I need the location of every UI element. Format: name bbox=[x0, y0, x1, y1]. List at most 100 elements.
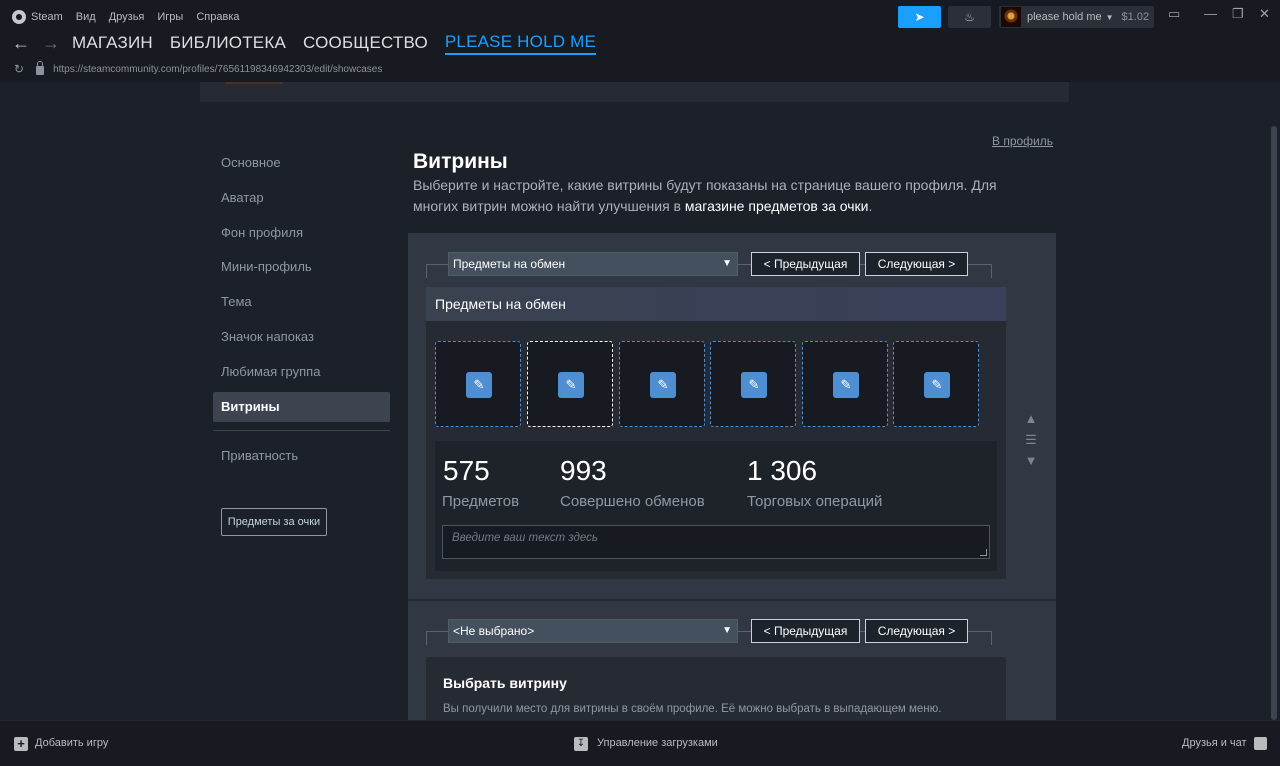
empty-showcase-desc: Вы получили место для витрины в своём пр… bbox=[443, 703, 942, 715]
page-description: Выберите и настройте, какие витрины буду… bbox=[413, 175, 1043, 217]
showcase-text-input[interactable]: Введите ваш текст здесь bbox=[442, 525, 990, 559]
pencil-icon[interactable]: ✎ bbox=[558, 372, 584, 398]
account-menu[interactable]: please hold me ▼ $1.02 bbox=[999, 6, 1154, 28]
steam-logo-icon bbox=[12, 10, 26, 24]
account-name: please hold me bbox=[1027, 11, 1102, 23]
pencil-icon[interactable]: ✎ bbox=[833, 372, 859, 398]
chevron-down-icon: ▼ bbox=[1105, 12, 1114, 22]
sidebar-item-background[interactable]: Фон профиля bbox=[213, 218, 390, 248]
empty-showcase-title: Выбрать витрину bbox=[443, 675, 567, 691]
sidebar-item-avatar[interactable]: Аватар bbox=[213, 183, 390, 213]
item-slot[interactable]: ✎ bbox=[527, 341, 613, 427]
showcase-header: Предметы на обмен bbox=[426, 287, 1006, 321]
item-slot[interactable]: ✎ bbox=[710, 341, 796, 427]
megaphone-icon: ➤ bbox=[914, 10, 925, 24]
arrow-left-icon[interactable]: ← bbox=[12, 34, 30, 52]
points-shop-link[interactable]: магазине предметов за очки bbox=[685, 198, 869, 214]
desc-text-2: . bbox=[868, 198, 873, 214]
url-text[interactable]: https://steamcommunity.com/profiles/7656… bbox=[53, 64, 382, 75]
item-slot[interactable]: ✎ bbox=[435, 341, 521, 427]
friends-chat-button[interactable]: Друзья и чат bbox=[1182, 737, 1247, 749]
nav-row: ← → МАГАЗИН БИБЛИОТЕКА СООБЩЕСТВО PLEASE… bbox=[12, 32, 613, 55]
downloads-button[interactable]: Управление загрузками bbox=[597, 737, 718, 749]
showcase-panel-1: Предметы на обмен ▼ < Предыдущая Следующ… bbox=[408, 233, 1056, 599]
sidebar-item-privacy[interactable]: Приватность bbox=[213, 441, 390, 471]
showcase-select-1[interactable]: Предметы на обмен ▼ bbox=[448, 252, 738, 276]
move-down-icon[interactable]: ▼ bbox=[1022, 450, 1040, 471]
pencil-icon[interactable]: ✎ bbox=[741, 372, 767, 398]
back-to-profile-link[interactable]: В профиль bbox=[992, 134, 1053, 148]
stat-items-label: Предметов bbox=[442, 493, 520, 510]
tab-library[interactable]: БИБЛИОТЕКА bbox=[170, 33, 286, 53]
tab-profile[interactable]: PLEASE HOLD ME bbox=[444, 32, 597, 55]
chevron-down-icon: ▼ bbox=[722, 258, 732, 269]
item-slot[interactable]: ✎ bbox=[802, 341, 888, 427]
sidebar-item-general[interactable]: Основное bbox=[213, 148, 390, 178]
menu-games[interactable]: Игры bbox=[157, 11, 183, 23]
reload-icon[interactable]: ↻ bbox=[14, 62, 24, 76]
showcase-select-value: Предметы на обмен bbox=[453, 257, 566, 271]
edit-sidebar: Основное Аватар Фон профиля Мини-профиль… bbox=[213, 148, 390, 475]
announcements-button[interactable]: ➤ bbox=[898, 6, 941, 28]
move-up-icon[interactable]: ▲ bbox=[1022, 408, 1040, 429]
trade-showcase: Предметы на обмен ✎ ✎ ✎ ✎ ✎ ✎ 575 Предме… bbox=[426, 287, 1006, 579]
menu-view[interactable]: Вид bbox=[76, 11, 96, 23]
page-content: В профиль Основное Аватар Фон профиля Ми… bbox=[0, 82, 1280, 720]
download-icon[interactable]: ↧ bbox=[574, 737, 588, 751]
add-game-button[interactable]: Добавить игру bbox=[35, 737, 108, 749]
empty-showcase: Выбрать витрину Вы получили место для ви… bbox=[426, 657, 1006, 720]
sidebar-item-mini-profile[interactable]: Мини-профиль bbox=[213, 252, 390, 282]
friends-icon[interactable] bbox=[1254, 737, 1267, 750]
sidebar-item-showcases[interactable]: Витрины bbox=[213, 391, 390, 422]
sidebar-item-theme[interactable]: Тема bbox=[213, 287, 390, 317]
item-slot[interactable]: ✎ bbox=[619, 341, 705, 427]
avatar bbox=[1001, 7, 1021, 27]
next-button[interactable]: Следующая > bbox=[865, 619, 968, 643]
profile-header-strip bbox=[200, 82, 1069, 102]
url-row: ↻ https://steamcommunity.com/profiles/76… bbox=[14, 60, 382, 76]
trade-stats: 575 Предметов 993 Совершено обменов 1 30… bbox=[435, 441, 997, 571]
showcase-select-2[interactable]: <Не выбрано> ▼ bbox=[448, 619, 738, 643]
reorder-controls: ▲ ☰ ▼ bbox=[1022, 408, 1040, 471]
chevron-down-icon: ▼ bbox=[722, 625, 732, 636]
maximize-icon[interactable]: ❐ bbox=[1232, 6, 1244, 22]
menu-bar: Steam Вид Друзья Игры Справка bbox=[12, 8, 253, 26]
pencil-icon[interactable]: ✎ bbox=[466, 372, 492, 398]
text-placeholder: Введите ваш текст здесь bbox=[452, 532, 598, 544]
lock-icon bbox=[36, 60, 45, 75]
notifications-button[interactable]: ♨ bbox=[948, 6, 991, 28]
client-bottombar: + Добавить игру ↧ Управление загрузками … bbox=[0, 720, 1280, 766]
prev-button[interactable]: < Предыдущая bbox=[751, 619, 860, 643]
sidebar-item-featured-badge[interactable]: Значок напоказ bbox=[213, 322, 390, 352]
menu-help[interactable]: Справка bbox=[196, 11, 239, 23]
stat-trades-label: Совершено обменов bbox=[560, 493, 705, 510]
sidebar-divider bbox=[213, 429, 390, 431]
scrollbar-thumb[interactable] bbox=[1271, 126, 1277, 720]
item-slot[interactable]: ✎ bbox=[893, 341, 979, 427]
stat-items-value: 575 bbox=[443, 455, 490, 486]
minimize-icon[interactable]: — bbox=[1204, 6, 1217, 21]
header-avatar-edge bbox=[225, 82, 283, 84]
stat-trades-value: 993 bbox=[560, 455, 607, 486]
tab-community[interactable]: СООБЩЕСТВО bbox=[303, 33, 428, 53]
pencil-icon[interactable]: ✎ bbox=[650, 372, 676, 398]
arrow-right-icon[interactable]: → bbox=[42, 34, 60, 52]
scrollbar[interactable] bbox=[1268, 82, 1280, 720]
resize-grip-icon[interactable] bbox=[980, 549, 987, 556]
drag-handle-icon[interactable]: ☰ bbox=[1022, 429, 1040, 450]
menu-steam[interactable]: Steam bbox=[31, 11, 63, 23]
sidebar-item-favorite-group[interactable]: Любимая группа bbox=[213, 357, 390, 387]
big-picture-icon[interactable]: ▭ bbox=[1168, 6, 1180, 22]
tab-store[interactable]: МАГАЗИН bbox=[72, 33, 153, 53]
showcase-panel-2: <Не выбрано> ▼ < Предыдущая Следующая > … bbox=[408, 601, 1056, 720]
menu-friends[interactable]: Друзья bbox=[109, 11, 145, 23]
stat-operations-label: Торговых операций bbox=[747, 493, 883, 510]
close-icon[interactable]: ✕ bbox=[1259, 6, 1270, 22]
points-shop-button[interactable]: Предметы за очки bbox=[221, 508, 327, 536]
stat-operations-value: 1 306 bbox=[747, 455, 818, 486]
next-button[interactable]: Следующая > bbox=[865, 252, 968, 276]
plus-icon[interactable]: + bbox=[14, 737, 28, 751]
pencil-icon[interactable]: ✎ bbox=[924, 372, 950, 398]
showcase-select-value: <Не выбрано> bbox=[453, 624, 535, 638]
prev-button[interactable]: < Предыдущая bbox=[751, 252, 860, 276]
